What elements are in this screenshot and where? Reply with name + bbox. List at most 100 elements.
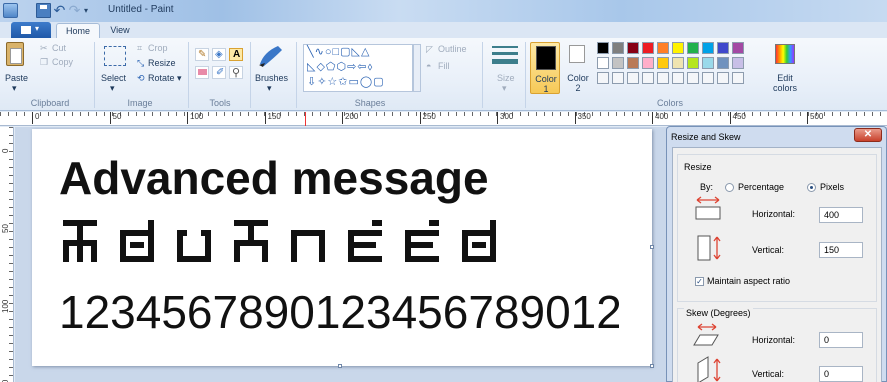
palette-color[interactable] <box>597 57 609 69</box>
palette-color[interactable] <box>657 57 669 69</box>
palette-color[interactable] <box>672 42 684 54</box>
palette-empty-slot[interactable] <box>597 72 609 84</box>
pixels-label[interactable]: Pixels <box>820 182 844 192</box>
palette-color[interactable] <box>717 42 729 54</box>
select-button[interactable]: Select <box>101 73 126 83</box>
palette-color[interactable] <box>642 57 654 69</box>
shape-row-2[interactable]: ◺◇⬠⬡⇨⇦⬨ <box>307 61 373 74</box>
palette-color[interactable] <box>642 42 654 54</box>
shapes-scrollbar[interactable] <box>413 44 421 92</box>
paint-app-icon[interactable] <box>3 3 18 18</box>
brushes-button[interactable]: Brushes <box>255 73 288 83</box>
outline-button[interactable]: Outline <box>438 44 467 54</box>
ruler-label: 500 <box>807 112 823 124</box>
crop-button[interactable]: Crop <box>148 43 168 53</box>
palette-empty-slot[interactable] <box>732 72 744 84</box>
palette-color[interactable] <box>702 42 714 54</box>
fill-icon[interactable]: ◈ <box>212 48 226 61</box>
pixels-radio[interactable] <box>807 183 816 192</box>
select-dropdown-icon[interactable]: ▾ <box>110 83 115 94</box>
edit-colors-icon[interactable] <box>775 44 795 64</box>
canvas-glyph <box>405 220 441 262</box>
palette-empty-slot[interactable] <box>642 72 654 84</box>
magnifier-icon[interactable]: ⚲ <box>229 66 243 79</box>
color2-button[interactable]: Color 2 <box>563 42 593 94</box>
paste-dropdown-icon[interactable]: ▾ <box>12 83 17 94</box>
maintain-aspect-checkbox[interactable]: ✓ <box>695 277 704 286</box>
palette-color[interactable] <box>732 57 744 69</box>
palette-empty-slot[interactable] <box>717 72 729 84</box>
eraser-icon[interactable] <box>195 66 209 79</box>
palette-empty-slot[interactable] <box>687 72 699 84</box>
palette-color[interactable] <box>627 57 639 69</box>
palette-empty-slot[interactable] <box>627 72 639 84</box>
resize-vertical-input[interactable] <box>819 242 863 258</box>
brushes-dropdown-icon[interactable]: ▾ <box>267 83 272 94</box>
palette-color[interactable] <box>612 42 624 54</box>
ruler-label: 400 <box>652 112 668 124</box>
palette-color[interactable] <box>687 57 699 69</box>
resize-button[interactable]: Resize <box>148 58 176 68</box>
size-dropdown-icon[interactable]: ▾ <box>502 83 507 94</box>
clipboard-group-label: Clipboard <box>30 98 70 108</box>
palette-empty-slot[interactable] <box>702 72 714 84</box>
close-button[interactable]: ✕ <box>854 128 882 142</box>
quick-access-dropdown-icon[interactable]: ▾ <box>84 3 99 18</box>
maintain-aspect-label[interactable]: Maintain aspect ratio <box>707 276 790 286</box>
cut-button[interactable]: Cut <box>52 43 66 53</box>
palette-color[interactable] <box>732 42 744 54</box>
palette-color[interactable] <box>627 42 639 54</box>
ruler-label: 50 <box>109 112 121 124</box>
palette-empty-slot[interactable] <box>672 72 684 84</box>
paste-icon[interactable] <box>6 42 24 66</box>
shape-row-3[interactable]: ⇩✧☆✩▭◯▢ <box>307 76 385 89</box>
color1-button[interactable]: Color 1 <box>530 42 560 94</box>
pencil-icon[interactable]: ✎ <box>195 48 209 61</box>
copy-button[interactable]: Copy <box>52 57 73 67</box>
redo-icon[interactable]: ↷ <box>67 3 82 18</box>
tab-home[interactable]: Home <box>56 23 100 38</box>
undo-icon[interactable]: ↶ <box>52 3 67 18</box>
shape-row-1[interactable]: ╲∿○□▢◺△ <box>307 46 370 59</box>
palette-color[interactable] <box>612 57 624 69</box>
text-icon[interactable]: A <box>229 48 243 61</box>
palette-color[interactable] <box>597 42 609 54</box>
paste-button[interactable]: Paste <box>5 73 28 83</box>
palette-color[interactable] <box>672 57 684 69</box>
palette-color[interactable] <box>657 42 669 54</box>
percentage-label[interactable]: Percentage <box>738 182 784 192</box>
resize-handle-right[interactable] <box>650 245 654 249</box>
separator <box>482 42 483 108</box>
palette-empty-slot[interactable] <box>657 72 669 84</box>
color-picker-icon[interactable]: ✐ <box>212 66 226 79</box>
select-icon[interactable] <box>104 46 126 66</box>
shapes-gallery[interactable]: ╲∿○□▢◺△ ◺◇⬠⬡⇨⇦⬨ ⇩✧☆✩▭◯▢ <box>303 44 413 92</box>
rotate-dropdown-icon[interactable]: ▾ <box>177 73 182 84</box>
size-button[interactable]: Size <box>497 73 515 83</box>
save-icon[interactable] <box>36 3 51 18</box>
rotate-button[interactable]: Rotate <box>148 73 175 83</box>
tab-view[interactable]: View <box>102 23 138 38</box>
drawing-canvas[interactable]: Advanced message 12345678901234567890123… <box>32 129 654 368</box>
skew-vertical-input[interactable] <box>819 366 863 382</box>
palette-color[interactable] <box>717 57 729 69</box>
percentage-radio[interactable] <box>725 183 734 192</box>
brush-icon[interactable] <box>256 42 286 68</box>
edit-colors-button[interactable]: Edit colors <box>770 73 800 93</box>
resize-horizontal-input[interactable] <box>819 207 863 223</box>
palette-empty-slot[interactable] <box>612 72 624 84</box>
resize-handle-corner[interactable] <box>650 364 654 368</box>
size-icon[interactable] <box>492 46 518 66</box>
resize-horizontal-label: Horizontal: <box>752 209 796 219</box>
skew-horizontal-input[interactable] <box>819 332 863 348</box>
skew-horizontal-label: Horizontal: <box>752 335 796 345</box>
rotate-icon: ⟲ <box>137 73 145 83</box>
ruler-label: 250 <box>419 112 436 124</box>
fill-button[interactable]: Fill <box>438 61 450 71</box>
resize-handle-bottom[interactable] <box>338 364 342 368</box>
tools-group-label: Tools <box>209 98 231 108</box>
palette-color[interactable] <box>702 57 714 69</box>
close-icon: ✕ <box>863 129 873 140</box>
palette-color[interactable] <box>687 42 699 54</box>
file-menu-button[interactable]: ▾ <box>11 22 51 38</box>
